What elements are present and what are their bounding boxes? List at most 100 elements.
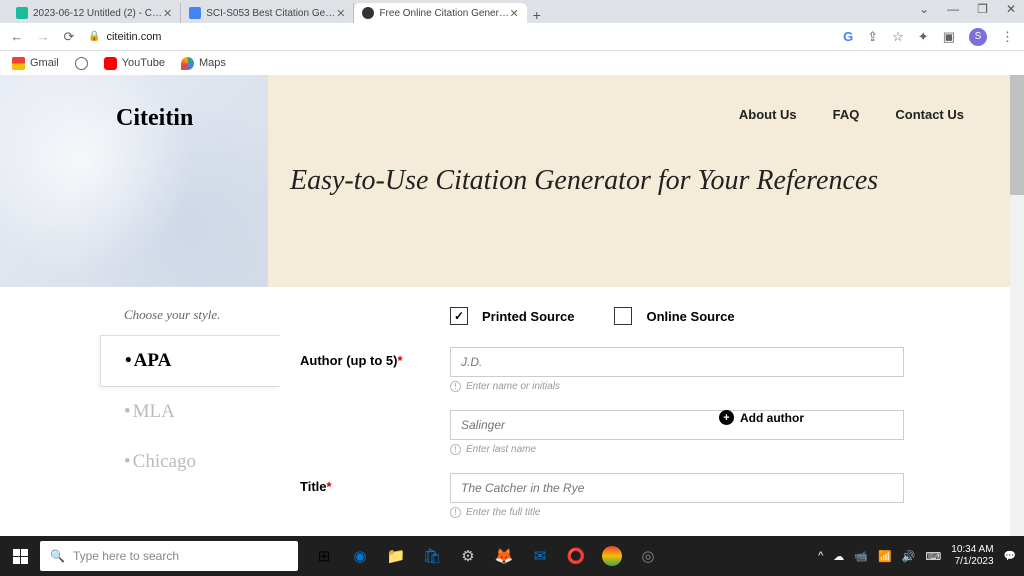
site-logo[interactable]: Citeitin [116,105,193,132]
printed-source-checkbox[interactable]: Printed Source [450,307,574,325]
close-icon[interactable]: ✕ [509,7,518,20]
online-source-checkbox[interactable]: Online Source [614,307,734,325]
url-field[interactable]: 🔒 citeitin.com [88,31,831,43]
window-controls: ⌄ — ❐ ✕ [919,2,1016,16]
nav-contact[interactable]: Contact Us [895,107,964,122]
plus-icon: + [719,410,734,425]
url-text: citeitin.com [106,31,161,43]
main-content: Choose your style. APA MLA Chicago Print… [0,287,1024,536]
style-option-chicago[interactable]: Chicago [100,437,280,487]
maximize-icon[interactable]: ❐ [977,2,988,16]
taskbar-apps: ⊞ ◉ 📁 🛍 ⚙ 🦊 ✉ ⭕ ◎ [306,536,666,576]
hero-title: Easy-to-Use Citation Generator for Your … [290,165,984,197]
minimize-icon[interactable]: — [947,2,959,16]
bookmark-maps[interactable]: Maps [181,57,226,70]
author-last-hint: !Enter last name [450,444,904,455]
author-first-hint: !Enter name or initials [450,381,904,392]
close-icon[interactable]: ✕ [336,7,345,20]
store-icon[interactable]: 🛍 [414,536,450,576]
nav-about[interactable]: About Us [739,107,797,122]
browser-tab[interactable]: 2023-06-12 Untitled (2) - Copy.ai ✕ [8,3,181,23]
extensions-icon[interactable]: ✦ [918,29,929,45]
windows-icon [13,549,28,564]
youtube-icon [104,57,117,70]
onedrive-icon[interactable]: ☁ [833,550,844,563]
explorer-icon[interactable]: 📁 [378,536,414,576]
tab-title: Free Online Citation Generator | [379,8,509,19]
bookmark-youtube[interactable]: YouTube [104,57,165,70]
gmail-icon [12,57,25,70]
profile-avatar[interactable]: S [969,28,987,46]
bookmark-gmail[interactable]: Gmail [12,57,59,70]
hero-section: Citeitin About Us FAQ Contact Us Easy-to… [0,75,1024,287]
title-input[interactable] [450,473,904,503]
add-author-button[interactable]: + Add author [719,410,804,425]
browser-tab-active[interactable]: Free Online Citation Generator | ✕ [354,3,526,23]
reload-icon[interactable]: ⟳ [62,29,76,45]
settings-icon[interactable]: ⚙ [450,536,486,576]
app-icon[interactable]: ◎ [630,536,666,576]
title-label: Title* [300,473,450,530]
scroll-thumb[interactable] [1010,75,1024,195]
close-window-icon[interactable]: ✕ [1006,2,1016,16]
taskbar: 🔍 Type here to search ⊞ ◉ 📁 🛍 ⚙ 🦊 ✉ ⭕ ◎ … [0,536,1024,576]
info-icon: ! [450,381,461,392]
checkbox-icon [614,307,632,325]
browser-titlebar: 2023-06-12 Untitled (2) - Copy.ai ✕ SCI-… [0,0,1024,23]
maps-icon [181,57,194,70]
system-tray: ^ ☁ 📹 📶 🔊 ⌨ 10:34 AM 7/1/2023 💬 [818,536,1024,576]
mail-icon[interactable]: ✉ [522,536,558,576]
tray-chevron-icon[interactable]: ^ [818,550,823,563]
author-last-input[interactable] [450,410,904,440]
style-option-apa[interactable]: APA [100,335,280,387]
forward-icon[interactable]: → [36,29,50,44]
meet-icon[interactable]: 📹 [854,550,868,563]
task-view-icon[interactable]: ⊞ [306,536,342,576]
share-icon[interactable]: ⇪ [867,29,878,45]
star-icon[interactable]: ☆ [892,29,904,45]
address-bar: ← → ⟳ 🔒 citeitin.com G ⇪ ☆ ✦ ▣ S ⋮ [0,23,1024,51]
main-nav: About Us FAQ Contact Us [739,107,964,122]
side-panel-icon[interactable]: ▣ [943,29,955,45]
start-button[interactable] [0,536,40,576]
clock[interactable]: 10:34 AM 7/1/2023 [951,544,993,568]
taskbar-search[interactable]: 🔍 Type here to search [40,541,298,571]
author-label: Author (up to 5)* [300,347,450,404]
info-icon: ! [450,507,461,518]
checkbox-checked-icon [450,307,468,325]
wifi-icon[interactable]: 📶 [878,550,892,563]
page-viewport: Citeitin About Us FAQ Contact Us Easy-to… [0,75,1024,536]
globe-icon [75,57,88,70]
citation-form: Printed Source Online Source Author (up … [280,307,984,536]
scrollbar[interactable] [1010,75,1024,536]
edge-icon[interactable]: ◉ [342,536,378,576]
opera-icon[interactable]: ⭕ [558,536,594,576]
copyai-icon [16,7,28,19]
search-icon: 🔍 [50,549,65,563]
window-dropdown-icon[interactable]: ⌄ [919,2,929,16]
citeitin-icon [362,7,374,19]
info-icon: ! [450,444,461,455]
lock-icon: 🔒 [88,31,100,42]
notifications-icon[interactable]: 💬 [1004,551,1016,562]
chrome-icon[interactable] [602,546,622,566]
browser-tab[interactable]: SCI-S053 Best Citation Generato ✕ [181,3,354,23]
language-icon[interactable]: ⌨ [925,550,941,563]
title-hint: !Enter the full title [450,507,904,518]
firefox-icon[interactable]: 🦊 [486,536,522,576]
volume-icon[interactable]: 🔊 [902,550,916,563]
sidebar-label: Choose your style. [100,307,280,323]
author-first-input[interactable] [450,347,904,377]
tab-title: SCI-S053 Best Citation Generato [206,8,336,19]
back-icon[interactable]: ← [10,29,24,44]
bookmarks-bar: Gmail YouTube Maps [0,51,1024,75]
style-sidebar: Choose your style. APA MLA Chicago [0,307,280,536]
google-icon[interactable]: G [843,29,853,44]
gdocs-icon [189,7,201,19]
menu-icon[interactable]: ⋮ [1001,29,1014,45]
nav-faq[interactable]: FAQ [833,107,860,122]
new-tab-button[interactable]: + [527,7,547,23]
style-option-mla[interactable]: MLA [100,387,280,437]
close-icon[interactable]: ✕ [163,7,172,20]
bookmark-item[interactable] [75,57,88,70]
